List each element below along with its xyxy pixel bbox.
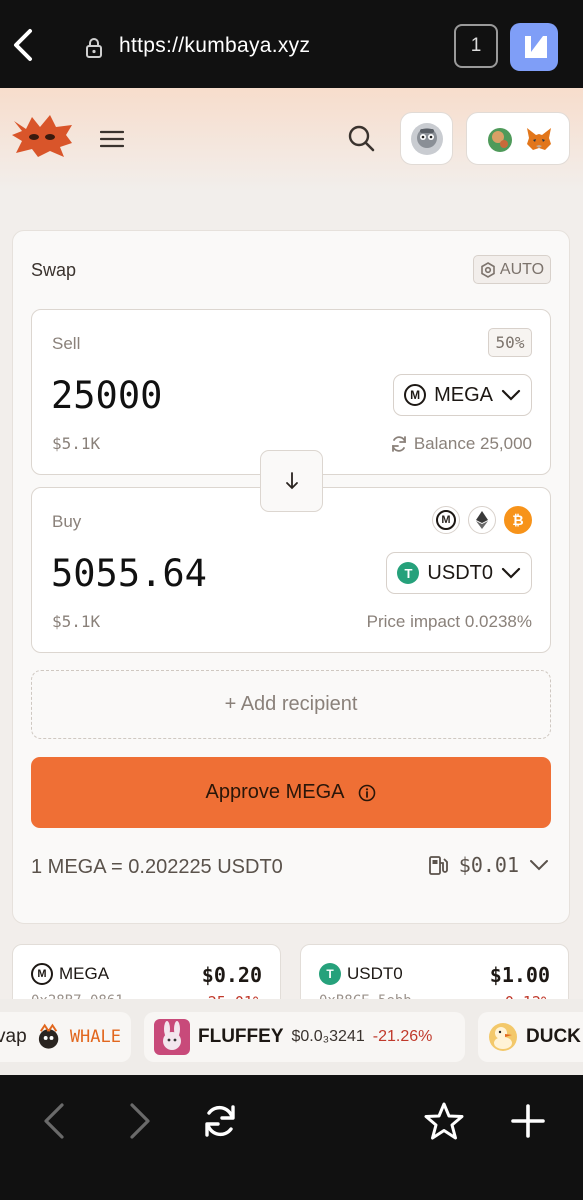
- ticker-item-fluffey[interactable]: FLUFFEY $0.0₃3241 -21.26%: [144, 1012, 465, 1062]
- refresh-icon[interactable]: [390, 435, 408, 453]
- ticker-item-whale[interactable]: vap WHALE: [0, 1012, 131, 1062]
- quick-token-btc-icon[interactable]: ₿: [504, 506, 532, 534]
- ticker-change: -21.26%: [372, 1028, 433, 1045]
- token-card-symbol: MEGA: [59, 964, 110, 983]
- percent-button[interactable]: 50%: [488, 328, 532, 357]
- whale-token-icon: [38, 1023, 58, 1049]
- hexagon-settings-icon: [481, 261, 495, 278]
- token-card-price: $0.20: [201, 963, 262, 987]
- ticker-price: $0.0₃3241: [291, 1028, 365, 1045]
- sell-amount-input[interactable]: 25000: [51, 374, 162, 417]
- flip-tokens-button[interactable]: [260, 450, 323, 512]
- lock-icon: [86, 38, 102, 58]
- buy-token-select[interactable]: T USDT0: [386, 552, 532, 594]
- quick-token-list: M ₿: [432, 506, 532, 534]
- avatar-icon: [410, 122, 443, 155]
- plus-icon[interactable]: [508, 1101, 548, 1141]
- exchange-rate: 1 MEGA = 0.202225 USDT0: [31, 856, 283, 878]
- approve-label: Approve MEGA: [205, 781, 345, 803]
- gas-fee-toggle[interactable]: $0.01: [427, 853, 549, 877]
- chevron-left-icon[interactable]: [10, 28, 36, 62]
- fuel-pump-icon: [428, 856, 448, 875]
- price-impact-info: Price impact 0.0238%: [367, 612, 532, 632]
- browser-forward-icon[interactable]: [118, 1101, 158, 1141]
- token-card-name: T USDT0: [319, 963, 403, 985]
- quick-token-mega-icon[interactable]: M: [432, 506, 460, 534]
- app-header: [0, 88, 583, 190]
- duck-token-icon: [489, 1023, 517, 1051]
- browser-top-bar: https://kumbaya.xyz 1: [0, 0, 583, 88]
- browser-back-icon[interactable]: [36, 1101, 76, 1141]
- swap-card: Swap AUTO Sell 50% 25000 M MEGA $5.1K Ba…: [12, 230, 570, 924]
- browser-bottom-bar: [0, 1075, 583, 1200]
- ticker-symbol: FLUFFEY: [198, 1026, 284, 1047]
- wallet-avatar-icon: [488, 128, 512, 152]
- token-card-name: M MEGA: [31, 963, 109, 985]
- info-icon[interactable]: [358, 784, 376, 802]
- token-ticker: vap WHALE FLUFFEY $0.0₃3241 -21.26% DUCK: [0, 999, 583, 1075]
- chevron-down-icon: [501, 389, 521, 401]
- sell-label: Sell: [52, 334, 81, 353]
- gas-fee-value: $0.01: [458, 853, 519, 877]
- balance-label: Balance 25,000: [413, 434, 532, 453]
- token-card-symbol: USDT0: [347, 964, 403, 983]
- ticker-symbol: WHALE: [69, 1027, 121, 1047]
- browser-reload-icon[interactable]: [200, 1101, 240, 1141]
- token-card-price: $1.00: [489, 963, 550, 987]
- buy-label: Buy: [52, 512, 82, 531]
- buy-token-symbol: USDT0: [427, 561, 493, 584]
- usdt0-token-icon: T: [397, 562, 420, 584]
- search-icon[interactable]: [347, 124, 375, 152]
- extension-button[interactable]: [510, 23, 558, 71]
- extension-logo-icon: [525, 36, 547, 58]
- arrow-down-icon: [285, 472, 298, 490]
- swap-title: Swap: [31, 260, 77, 280]
- hamburger-menu-icon[interactable]: [100, 129, 124, 149]
- sell-token-select[interactable]: M MEGA: [393, 374, 532, 416]
- buy-amount-output[interactable]: 5055.64: [51, 552, 207, 595]
- ticker-symbol: DUCK: [526, 1026, 581, 1047]
- profile-avatar-button[interactable]: [400, 112, 453, 165]
- auto-settings-button[interactable]: AUTO: [473, 255, 551, 284]
- auto-label: AUTO: [499, 260, 545, 278]
- add-recipient-button[interactable]: + Add recipient: [31, 670, 551, 739]
- balance-info: Balance 25,000: [390, 434, 532, 454]
- star-icon[interactable]: [424, 1101, 464, 1141]
- fluffey-token-icon: [154, 1019, 190, 1055]
- sell-usd-value: $5.1K: [52, 434, 101, 453]
- mega-token-icon: M: [31, 963, 53, 985]
- ticker-partial-text: vap: [0, 1026, 27, 1047]
- quick-token-eth-icon[interactable]: [468, 506, 496, 534]
- sell-token-symbol: MEGA: [434, 383, 493, 406]
- kumbaya-logo-icon[interactable]: [12, 113, 74, 159]
- wallet-button[interactable]: [466, 112, 570, 165]
- url-bar[interactable]: https://kumbaya.xyz: [119, 34, 310, 58]
- buy-usd-value: $5.1K: [52, 612, 101, 631]
- metamask-fox-icon: [527, 128, 551, 150]
- usdt0-token-icon: T: [319, 963, 341, 985]
- tab-count-button[interactable]: 1: [454, 24, 498, 68]
- ticker-item-duck[interactable]: DUCK: [478, 1012, 583, 1062]
- price-impact-label: Price impact 0.0238%: [366, 612, 532, 631]
- chevron-down-icon: [501, 567, 521, 579]
- chevron-down-icon: [530, 860, 548, 871]
- approve-button[interactable]: Approve MEGA: [31, 757, 551, 828]
- mega-token-icon: M: [404, 384, 427, 406]
